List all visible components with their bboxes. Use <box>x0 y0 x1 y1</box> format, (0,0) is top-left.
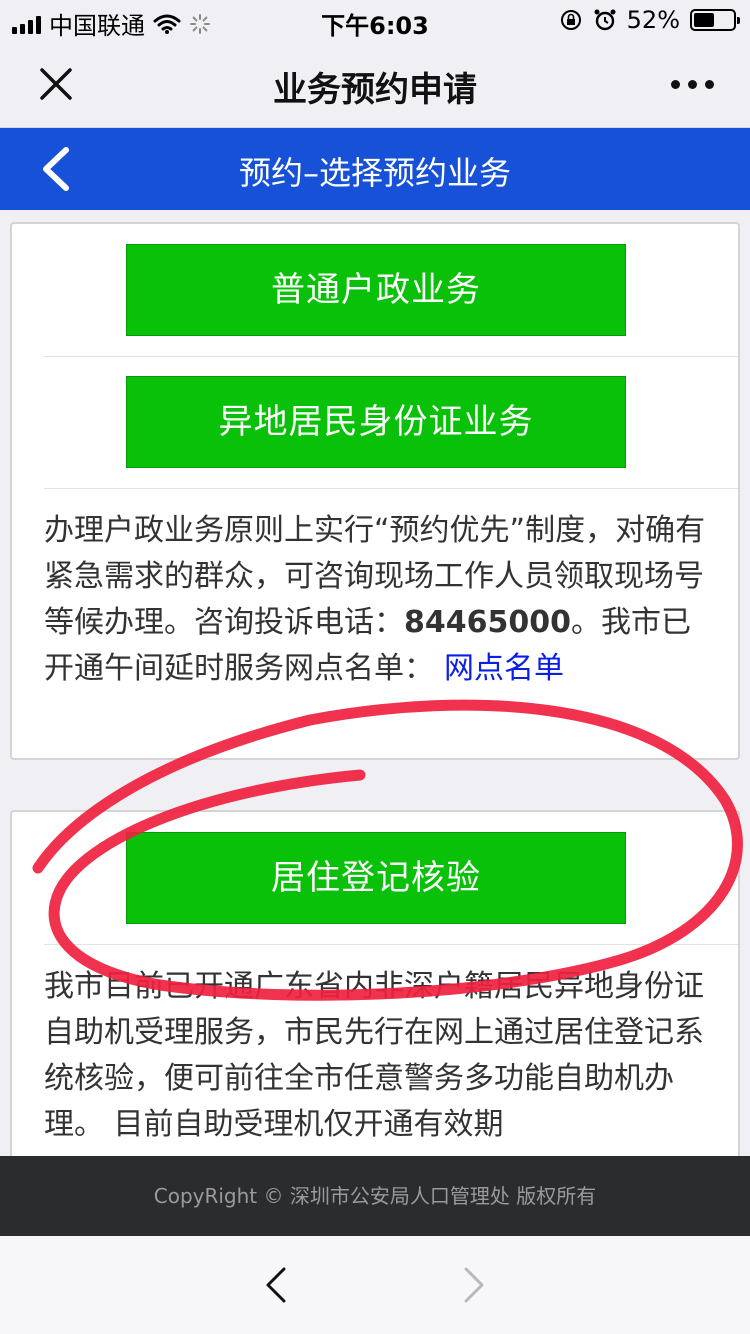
section-title: 预约–选择预约业务 <box>238 154 511 192</box>
nonlocal-id-card-button[interactable]: 异地居民身份证业务 <box>126 376 626 468</box>
nav-bar: 业务预约申请 <box>0 40 750 128</box>
battery-percent: 52% <box>626 6 680 34</box>
hotline-number: 84465000 <box>404 605 571 640</box>
household-business-button[interactable]: 普通户政业务 <box>126 244 626 336</box>
battery-icon <box>690 9 740 31</box>
residence-verify-button[interactable]: 居住登记核验 <box>126 832 626 924</box>
business-card: 普通户政业务 异地居民身份证业务 办理户政业务原则上实行“预约优先”制度，对确有… <box>10 222 740 760</box>
status-right: 52% <box>559 6 740 34</box>
divider <box>44 488 738 489</box>
outlet-list-link[interactable]: 网点名单 <box>444 651 564 686</box>
chevron-left-icon[interactable] <box>262 1266 290 1304</box>
divider <box>44 356 738 357</box>
notice-text: 办理户政业务原则上实行“预约优先”制度，对确有紧急需求的群众，可咨询现场工作人员… <box>44 508 716 692</box>
alarm-icon <box>594 9 616 31</box>
residence-card: 居住登记核验 我市目前已开通广东省内非深户籍居民异地身份证自助机受理服务，市民先… <box>10 810 740 1170</box>
rotation-lock-icon <box>560 10 581 30</box>
section-header: 预约–选择预约业务 <box>0 128 750 210</box>
divider <box>44 944 738 945</box>
residence-notice-text: 我市目前已开通广东省内非深户籍居民异地身份证自助机受理服务，市民先行在网上通过居… <box>44 969 704 1142</box>
copyright-footer: CopyRight © 深圳市公安局人口管理处 版权所有 <box>0 1156 750 1236</box>
chevron-right-icon[interactable] <box>460 1266 488 1304</box>
more-dots-icon[interactable] <box>671 80 714 89</box>
browser-toolbar <box>0 1236 750 1334</box>
status-bar: 中国联通 下午6:03 52% <box>0 0 750 40</box>
page-title: 业务预约申请 <box>273 70 477 110</box>
